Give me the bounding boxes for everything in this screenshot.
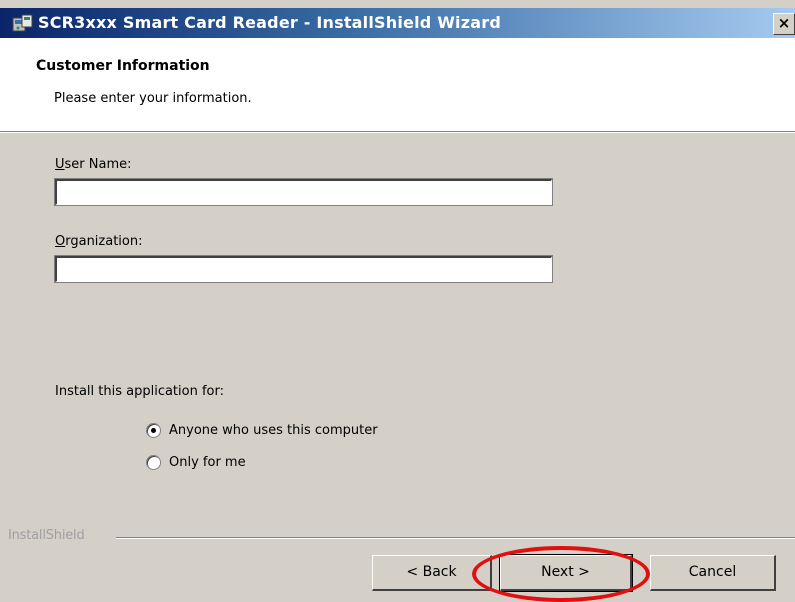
user-name-label: User Name: — [55, 157, 132, 172]
next-button[interactable]: Next > — [499, 554, 633, 592]
footer-divider — [116, 537, 795, 539]
header-panel: Customer Information Please enter your i… — [0, 38, 795, 131]
installshield-wizard-window: SCR3xxx Smart Card Reader - InstallShiel… — [0, 0, 795, 602]
page-title: Customer Information — [36, 58, 210, 74]
organization-label: Organization: — [55, 234, 143, 249]
installshield-brand: InstallShield — [8, 528, 85, 543]
title-bar[interactable]: SCR3xxx Smart Card Reader - InstallShiel… — [0, 8, 795, 38]
radio-only-me[interactable]: Only for me — [146, 453, 246, 471]
install-for-label: Install this application for: — [55, 384, 224, 399]
page-subtitle: Please enter your information. — [54, 91, 252, 106]
cancel-button[interactable]: Cancel — [650, 555, 776, 591]
radio-button-unchecked[interactable] — [146, 454, 161, 470]
radio-anyone[interactable]: Anyone who uses this computer — [146, 421, 378, 439]
user-name-input[interactable] — [54, 178, 553, 206]
radio-button-checked[interactable] — [146, 422, 161, 438]
window-title: SCR3xxx Smart Card Reader - InstallShiel… — [38, 13, 501, 32]
installer-icon — [12, 14, 33, 32]
close-icon: × — [777, 14, 791, 32]
organization-input[interactable] — [54, 255, 553, 283]
close-button[interactable]: × — [773, 13, 795, 35]
radio-only-me-label: Only for me — [169, 454, 246, 470]
radio-anyone-label: Anyone who uses this computer — [169, 422, 378, 438]
header-divider — [0, 131, 795, 133]
back-button[interactable]: < Back — [372, 555, 492, 591]
